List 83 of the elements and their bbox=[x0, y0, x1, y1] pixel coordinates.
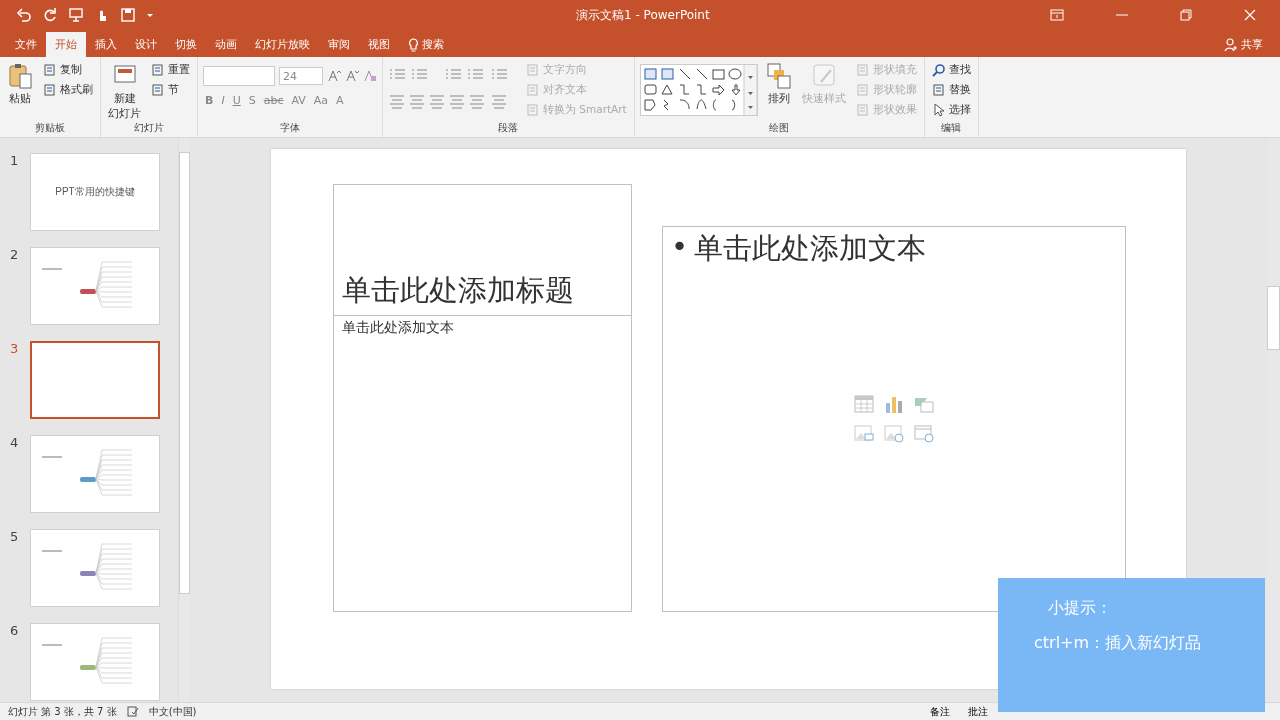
scrollbar[interactable] bbox=[178, 138, 190, 702]
undo-icon[interactable] bbox=[16, 7, 32, 23]
format-button[interactable]: Aa bbox=[311, 94, 331, 107]
customize-caret-icon[interactable] bbox=[146, 11, 154, 19]
menu-tab[interactable]: 切换 bbox=[166, 32, 206, 57]
ribbon-button[interactable]: 格式刷 bbox=[41, 80, 95, 99]
menu-tab[interactable]: 文件 bbox=[6, 32, 46, 57]
menu-tab[interactable]: 开始 bbox=[46, 32, 86, 57]
text-placeholder[interactable]: 单击此处添加文本 bbox=[334, 316, 631, 611]
ribbon-display-icon[interactable] bbox=[1050, 9, 1064, 21]
ribbon-button[interactable]: 复制 bbox=[41, 60, 95, 79]
slide-thumbnail[interactable] bbox=[30, 341, 160, 419]
format-button[interactable]: AV bbox=[289, 94, 308, 107]
picture-icon[interactable] bbox=[854, 425, 874, 443]
presentation-icon[interactable] bbox=[68, 7, 84, 23]
group-title: 段落 bbox=[498, 121, 519, 135]
comments-button[interactable]: 批注 bbox=[964, 704, 992, 719]
menu-tab[interactable]: 幻灯片放映 bbox=[246, 32, 319, 57]
format-button[interactable]: S bbox=[246, 94, 258, 107]
close-icon[interactable] bbox=[1244, 9, 1256, 21]
content-placeholder-text: 单击此处添加文本 bbox=[694, 230, 927, 267]
cursor-icon bbox=[931, 102, 946, 117]
ribbon-button[interactable]: 节 bbox=[149, 80, 192, 99]
language-indicator[interactable]: 中文(中国) bbox=[148, 704, 197, 719]
person-icon bbox=[1224, 37, 1238, 52]
title-placeholder-text: 单击此处添加标题 bbox=[342, 272, 574, 309]
shrink-font-icon[interactable] bbox=[345, 69, 359, 83]
format-button[interactable]: I bbox=[219, 94, 227, 107]
title-placeholder[interactable]: 单击此处添加标题 bbox=[334, 185, 631, 316]
group-title: 编辑 bbox=[941, 121, 962, 135]
spellcheck-icon[interactable] bbox=[126, 706, 139, 717]
menu-tab[interactable]: 视图 bbox=[359, 32, 399, 57]
online-picture-icon[interactable] bbox=[884, 425, 904, 443]
slide-number: 3 bbox=[10, 341, 18, 358]
arrange-icon bbox=[765, 62, 792, 90]
format-button[interactable]: U bbox=[230, 94, 243, 107]
video-icon[interactable] bbox=[914, 425, 934, 443]
group-title: 幻灯片 bbox=[134, 121, 164, 136]
slide-counter: 幻灯片 第 3 张，共 7 张 bbox=[8, 704, 117, 719]
menu-tab[interactable]: 审阅 bbox=[319, 32, 359, 57]
save-icon[interactable] bbox=[120, 7, 136, 23]
ribbon-button[interactable]: 新建 幻灯片 bbox=[106, 60, 143, 122]
ribbon-button[interactable]: 重置 bbox=[149, 60, 192, 79]
share-button[interactable]: 共享 bbox=[1215, 32, 1272, 57]
font-size-field[interactable]: 24 bbox=[279, 67, 323, 85]
slide-number: 5 bbox=[10, 529, 18, 546]
group-title: 绘图 bbox=[769, 121, 790, 135]
notes-button[interactable]: 备注 bbox=[926, 704, 954, 719]
ribbon-button[interactable]: 替换 bbox=[929, 80, 973, 99]
search-button[interactable]: 搜索 bbox=[399, 32, 453, 57]
window-title: 演示文稿1 - PowerPoint bbox=[576, 6, 711, 24]
ribbon-button[interactable]: 查找 bbox=[929, 60, 973, 79]
format-button[interactable]: B bbox=[203, 94, 216, 107]
group-title: 剪贴板 bbox=[35, 121, 65, 135]
thumbnail-title: PPT常用的快捷键 bbox=[55, 185, 135, 199]
menu-tab[interactable]: 插入 bbox=[86, 32, 126, 57]
bullet: • bbox=[671, 229, 689, 265]
ribbon-button[interactable]: 选择 bbox=[929, 100, 973, 119]
group-title: 字体 bbox=[280, 121, 300, 135]
slide-number: 1 bbox=[10, 153, 18, 170]
restore-icon[interactable] bbox=[1180, 9, 1192, 21]
text-placeholder-text: 单击此处添加文本 bbox=[342, 319, 454, 335]
grow-font-icon[interactable] bbox=[327, 69, 341, 83]
lightbulb-icon bbox=[408, 37, 419, 52]
format-button[interactable]: abc bbox=[261, 94, 286, 107]
menu-tab[interactable]: 动画 bbox=[206, 32, 246, 57]
menu-tab[interactable]: 设计 bbox=[126, 32, 166, 57]
ribbon-button[interactable]: 粘贴 bbox=[5, 60, 35, 107]
chart-icon[interactable] bbox=[884, 395, 904, 413]
clipboard-icon bbox=[7, 62, 33, 90]
redo-icon[interactable] bbox=[42, 7, 58, 23]
slide-thumbnail[interactable]: PPT常用的快捷键 bbox=[30, 153, 160, 231]
shapes-gallery-drawing[interactable] bbox=[639, 64, 758, 116]
slide-number: 2 bbox=[10, 247, 18, 264]
clear-format-icon[interactable] bbox=[363, 69, 377, 83]
tip-text: ctrl+m：插入新幻灯品 bbox=[1034, 633, 1203, 654]
format-button[interactable]: A bbox=[334, 94, 346, 107]
font-name-field[interactable] bbox=[203, 66, 275, 86]
slide-number: 6 bbox=[10, 623, 18, 640]
table-icon[interactable] bbox=[854, 395, 874, 413]
ribbon-button[interactable]: 排列 bbox=[763, 60, 794, 107]
search-icon bbox=[931, 62, 946, 77]
slide-number: 4 bbox=[10, 435, 18, 452]
